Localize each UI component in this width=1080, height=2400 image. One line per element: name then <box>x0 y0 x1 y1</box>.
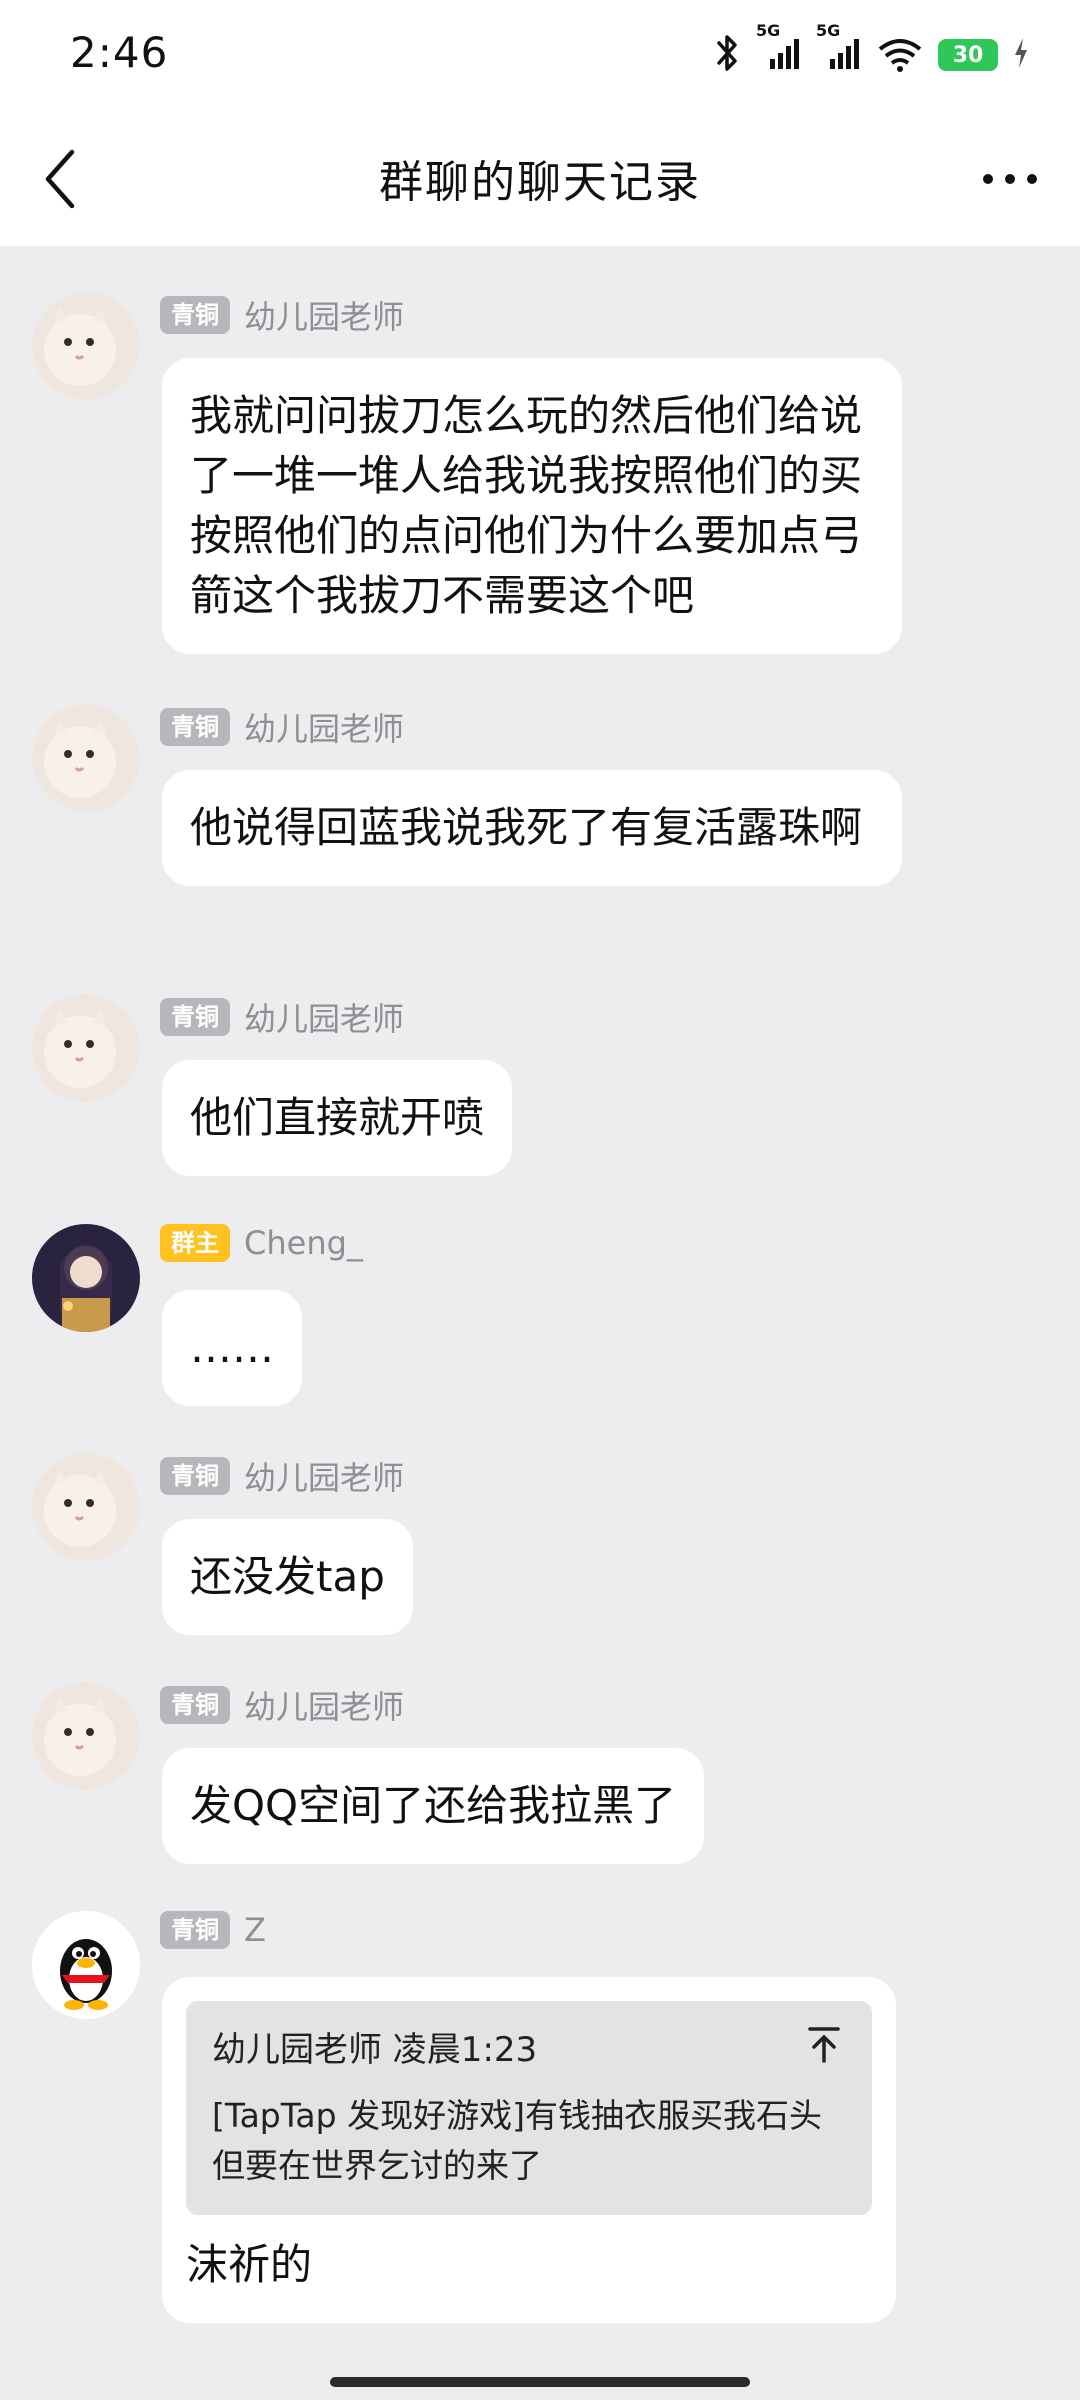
sender-name[interactable]: Z <box>244 1911 266 1949</box>
cat-avatar[interactable] <box>32 704 140 812</box>
charging-icon <box>1012 36 1030 74</box>
sender-name[interactable]: 幼儿园老师 <box>244 704 404 750</box>
sender-name[interactable]: 幼儿园老师 <box>244 994 404 1040</box>
quoted-message[interactable]: 幼儿园老师 凌晨1:23 [TapTap 发现好游戏]有钱抽衣服买我石头但要在世… <box>186 2001 872 2215</box>
cat-avatar[interactable] <box>32 1682 140 1790</box>
message-bubble[interactable]: 他们直接就开喷 <box>162 1060 513 1176</box>
cat-avatar[interactable] <box>32 994 140 1102</box>
sender-info: 青铜 幼儿园老师 <box>160 1682 404 1728</box>
network-type-label-2: 5G <box>816 21 841 40</box>
sender-name[interactable]: Cheng_ <box>244 1224 363 1262</box>
more-dots-icon <box>983 174 1037 184</box>
status-icons: 5G 5G 30 <box>712 21 1030 80</box>
message-bubble[interactable]: 发QQ空间了还给我拉黑了 <box>162 1748 705 1864</box>
sender-name[interactable]: 幼儿园老师 <box>244 292 404 338</box>
sender-info: 青铜 幼儿园老师 <box>160 292 404 338</box>
sender-info: 群主 Cheng_ <box>160 1224 363 1262</box>
back-button[interactable] <box>30 144 90 214</box>
quoted-sender-time: 幼儿园老师 凌晨1:23 <box>212 2030 538 2070</box>
navigation-header: 群聊的聊天记录 <box>0 110 1080 246</box>
cellular-signal-icon: 5G <box>756 21 802 77</box>
bluetooth-icon <box>712 33 742 77</box>
penguin-avatar[interactable] <box>32 1911 140 2019</box>
rank-badge: 青铜 <box>160 998 230 1036</box>
cat-avatar[interactable] <box>32 292 140 400</box>
cat-avatar[interactable] <box>32 1453 140 1561</box>
rank-badge: 青铜 <box>160 708 230 746</box>
rank-badge: 青铜 <box>160 1911 230 1949</box>
rank-badge: 青铜 <box>160 296 230 334</box>
sender-name[interactable]: 幼儿园老师 <box>244 1453 404 1499</box>
message-bubble[interactable]: …… <box>162 1290 302 1406</box>
anime-avatar[interactable] <box>32 1224 140 1332</box>
jump-to-original-icon[interactable] <box>804 2025 844 2065</box>
network-type-label: 5G <box>756 21 781 40</box>
message-bubble[interactable]: 还没发tap <box>162 1519 413 1635</box>
battery-icon: 30 <box>938 39 1008 71</box>
sender-name[interactable]: 幼儿园老师 <box>244 1682 404 1728</box>
rank-badge: 青铜 <box>160 1686 230 1724</box>
owner-badge: 群主 <box>160 1224 230 1262</box>
reply-text: 沫祈的 <box>186 2240 313 2289</box>
quoted-text: [TapTap 发现好游戏]有钱抽衣服买我石头但要在世界乞讨的来了 <box>212 2096 822 2185</box>
status-bar: 2:46 5G 5G 30 <box>0 0 1080 110</box>
cellular-signal-icon-2: 5G <box>816 21 862 77</box>
home-indicator[interactable] <box>330 2377 750 2387</box>
back-arrow-icon <box>45 149 75 209</box>
sender-info: 青铜 幼儿园老师 <box>160 994 404 1040</box>
message-bubble[interactable]: 我就问问拔刀怎么玩的然后他们给说了一堆一堆人给我说我按照他们的买按照他们的点问他… <box>162 358 902 654</box>
wifi-icon <box>876 33 924 77</box>
top-bar: 2:46 5G 5G 30 群聊的聊天记录 <box>0 0 1080 246</box>
message-bubble[interactable]: 他说得回蓝我说我死了有复活露珠啊 <box>162 770 902 886</box>
status-time: 2:46 <box>70 28 169 77</box>
sender-info: 青铜 幼儿园老师 <box>160 1453 404 1499</box>
reply-message-bubble[interactable]: 幼儿园老师 凌晨1:23 [TapTap 发现好游戏]有钱抽衣服买我石头但要在世… <box>162 1977 896 2323</box>
rank-badge: 青铜 <box>160 1457 230 1495</box>
sender-info: 青铜 Z <box>160 1911 266 1949</box>
page-title: 群聊的聊天记录 <box>379 157 701 208</box>
sender-info: 青铜 幼儿园老师 <box>160 704 404 750</box>
more-options-button[interactable] <box>970 154 1050 204</box>
